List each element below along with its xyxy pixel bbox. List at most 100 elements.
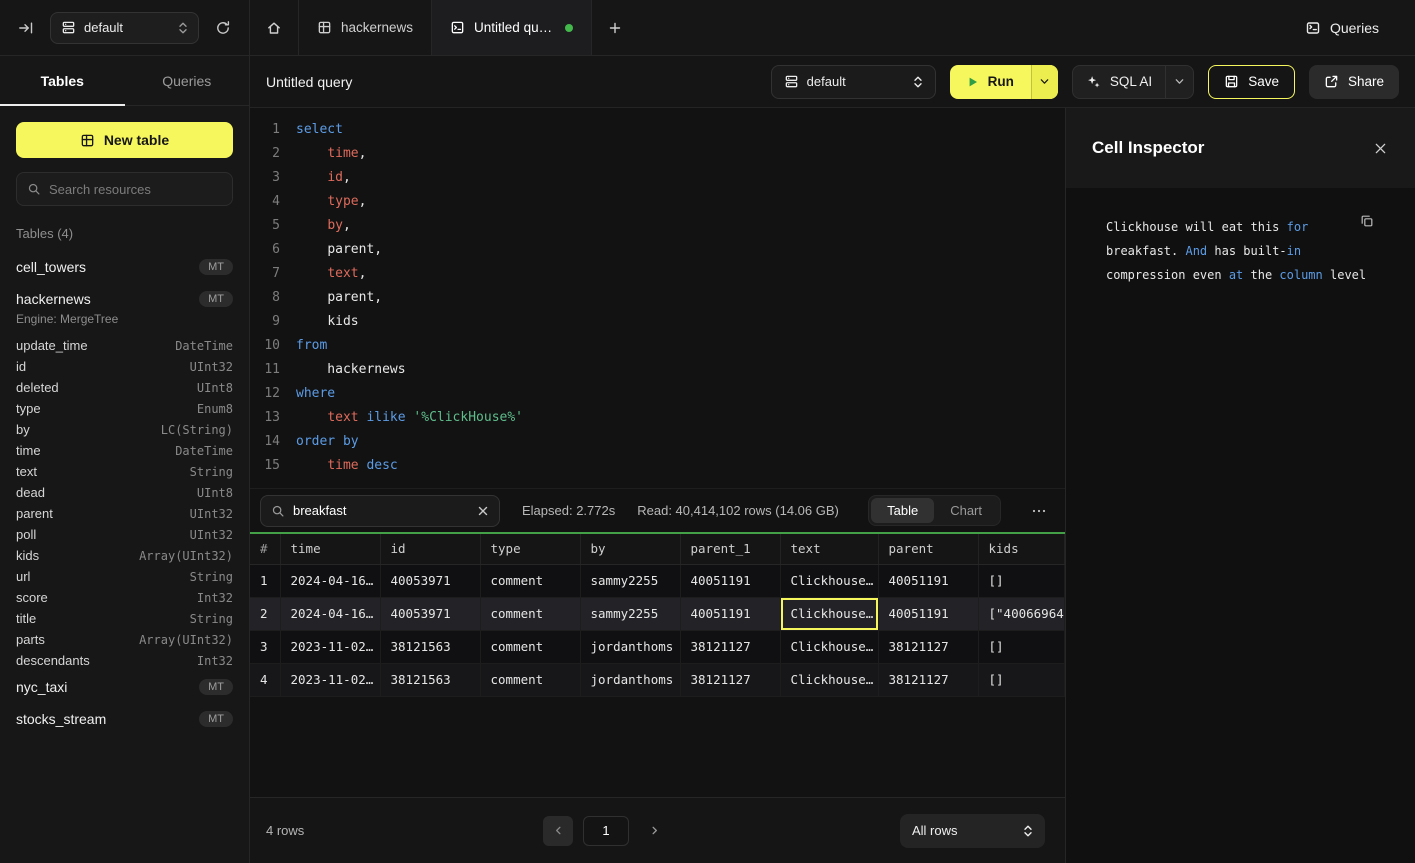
new-table-button[interactable]: New table [16,122,233,158]
sidebar-tab-queries[interactable]: Queries [125,56,250,105]
results-cell[interactable]: 1 [250,564,280,597]
results-cell[interactable]: 2023-11-02… [280,630,380,663]
results-cell[interactable]: [] [978,630,1065,663]
tab-home[interactable] [250,0,299,55]
results-cell[interactable]: 40051191 [680,597,780,630]
run-options-dropdown[interactable] [1031,65,1058,99]
topbar-database-selector[interactable]: default [50,12,199,44]
results-row[interactable]: 22024-04-16…40053971commentsammy22554005… [250,597,1065,630]
refresh-button[interactable] [209,14,237,42]
prev-page-button[interactable] [543,816,573,846]
results-cell[interactable]: comment [480,564,580,597]
results-cell[interactable]: 2024-04-16… [280,597,380,630]
results-column-header[interactable]: # [250,534,280,564]
results-cell[interactable]: [] [978,663,1065,696]
sql-token: , [359,190,367,214]
sql-token: from [296,334,327,358]
results-cell[interactable]: Clickhouse… [780,630,878,663]
results-cell[interactable]: Clickhouse… [780,663,878,696]
results-cell[interactable]: 2 [250,597,280,630]
results-row[interactable]: 32023-11-02…38121563commentjordanthoms38… [250,630,1065,663]
results-cell[interactable]: sammy2255 [580,597,680,630]
results-column-header[interactable]: type [480,534,580,564]
results-cell[interactable]: comment [480,597,580,630]
results-column-header[interactable]: by [580,534,680,564]
sql-ai-button[interactable]: SQL AI [1073,66,1165,98]
line-number: 11 [250,358,280,382]
results-cell[interactable]: comment [480,630,580,663]
page-size-selector[interactable]: All rows [900,814,1045,848]
more-options-button[interactable] [1023,503,1055,519]
queries-button[interactable]: Queries [1305,20,1379,36]
sidebar-table-item[interactable]: stocks_streamMT [0,703,249,735]
sql-ai-dropdown[interactable] [1165,66,1193,98]
save-button-label: Save [1248,74,1279,89]
results-cell[interactable]: 40051191 [680,564,780,597]
results-search[interactable] [260,495,500,527]
results-cell[interactable]: comment [480,663,580,696]
resource-search-input[interactable] [49,182,225,197]
results-row[interactable]: 12024-04-16…40053971commentsammy22554005… [250,564,1065,597]
results-cell[interactable]: 40051191 [878,597,978,630]
cell-inspector-header: Cell Inspector [1066,108,1415,188]
query-database-selector[interactable]: default [771,65,936,99]
results-cell[interactable]: ["40066964… [978,597,1065,630]
results-cell[interactable]: 2023-11-02… [280,663,380,696]
queries-icon [1305,20,1321,36]
results-column-header[interactable]: text [780,534,878,564]
share-button[interactable]: Share [1309,65,1399,99]
results-column-header[interactable]: parent [878,534,978,564]
results-cell[interactable]: 38121127 [680,630,780,663]
sidebar-tab-tables[interactable]: Tables [0,56,125,105]
view-toggle-table[interactable]: Table [871,498,934,523]
results-column-header[interactable]: time [280,534,380,564]
results-cell[interactable]: [] [978,564,1065,597]
clear-search-button[interactable] [477,502,489,520]
sidebar-table-item[interactable]: nyc_taxiMT [0,671,249,703]
page-number-input[interactable] [583,816,629,846]
tab-hackernews[interactable]: hackernews [299,0,432,55]
results-cell[interactable]: jordanthoms [580,663,680,696]
results-cell[interactable]: Clickhouse… [780,597,878,630]
results-cell[interactable]: 38121563 [380,630,480,663]
results-cell[interactable]: 40053971 [380,597,480,630]
sql-editor[interactable]: 1select2 time,3 id,4 type,5 by,6 parent,… [250,108,1065,488]
results-cell[interactable]: 2024-04-16… [280,564,380,597]
query-icon [450,20,465,35]
table-column-row: partsArray(UInt32) [0,629,249,650]
results-row[interactable]: 42023-11-02…38121563commentjordanthoms38… [250,663,1065,696]
collapse-sidebar-button[interactable] [12,14,40,42]
results-cell[interactable]: 3 [250,630,280,663]
results-column-header[interactable]: id [380,534,480,564]
new-tab-button[interactable] [592,0,638,55]
resource-search[interactable] [16,172,233,206]
column-name: dead [16,485,45,500]
results-cell[interactable]: 38121127 [680,663,780,696]
results-cell[interactable]: sammy2255 [580,564,680,597]
results-search-input[interactable] [293,503,469,518]
results-cell[interactable]: 38121563 [380,663,480,696]
results-cell[interactable]: Clickhouse… [780,564,878,597]
copy-cell-button[interactable] [1360,214,1374,228]
results-cell[interactable]: 40053971 [380,564,480,597]
results-column-header[interactable]: parent_1 [680,534,780,564]
table-icon [80,133,95,148]
column-name: time [16,443,41,458]
results-cell[interactable]: 4 [250,663,280,696]
results-cell[interactable]: 40051191 [878,564,978,597]
results-cell[interactable]: jordanthoms [580,630,680,663]
view-toggle-chart[interactable]: Chart [934,498,998,523]
next-page-button[interactable] [639,816,669,846]
sidebar-table-item[interactable]: cell_towersMT [0,251,249,283]
save-button[interactable]: Save [1208,65,1295,99]
tab-untitled-query[interactable]: Untitled qu… [432,0,592,55]
results-column-header[interactable]: kids [978,534,1065,564]
close-inspector-button[interactable] [1374,142,1387,155]
run-button[interactable]: Run [950,65,1031,99]
chevron-down-icon [1174,76,1185,87]
sidebar-table-item[interactable]: hackernewsMT [0,283,249,315]
results-cell[interactable]: 38121127 [878,630,978,663]
sql-token: desc [366,454,397,478]
results-cell[interactable]: 38121127 [878,663,978,696]
home-icon [266,20,282,36]
